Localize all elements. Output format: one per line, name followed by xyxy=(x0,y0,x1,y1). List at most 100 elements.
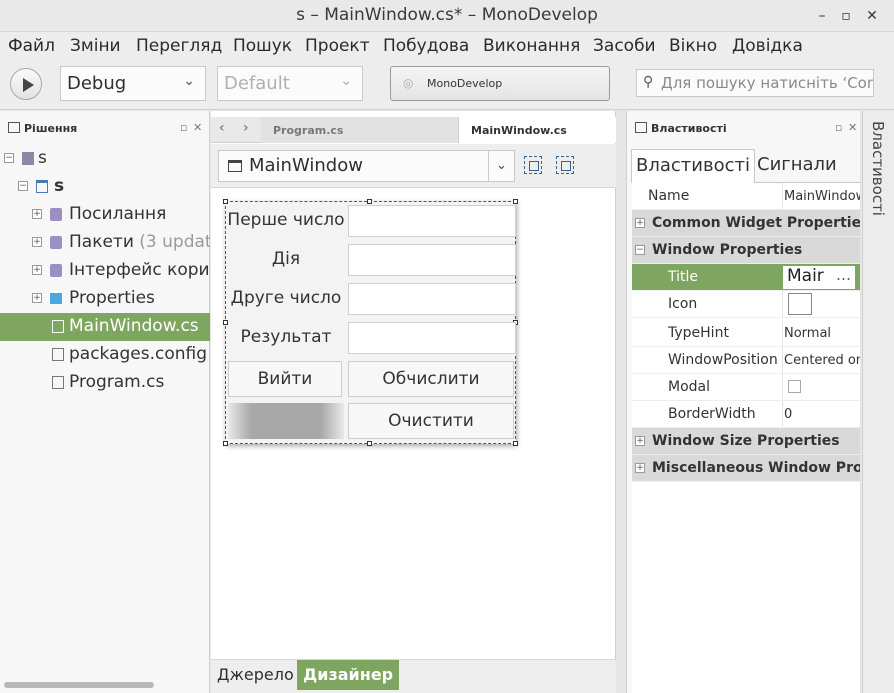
tab-designer[interactable]: Дизайнер xyxy=(297,660,400,690)
platform-select[interactable]: Default ⌄ xyxy=(217,66,363,101)
ellipsis-button[interactable]: … xyxy=(836,266,851,284)
resize-handle[interactable] xyxy=(367,199,372,204)
modal-checkbox[interactable] xyxy=(788,380,801,393)
category-window-size[interactable]: + Window Size Properties xyxy=(632,428,860,455)
menu-search[interactable]: Пошук xyxy=(233,36,292,56)
entry-operation[interactable] xyxy=(348,244,516,276)
close-icon[interactable]: ✕ xyxy=(193,121,202,134)
expand-icon[interactable]: + xyxy=(635,436,645,446)
collapse-icon[interactable]: − xyxy=(635,245,645,255)
close-icon[interactable]: ✕ xyxy=(862,6,882,26)
maximize-icon[interactable]: ▫ xyxy=(836,6,856,26)
property-row-modal[interactable]: Modal xyxy=(632,374,860,401)
category-misc-window[interactable]: + Miscellaneous Window Properties xyxy=(632,455,860,482)
dock-icon[interactable]: ▫ xyxy=(180,121,187,134)
exit-button[interactable]: Вийти xyxy=(228,361,342,397)
properties-side-tab[interactable]: Властивості xyxy=(862,111,894,693)
resize-handle[interactable] xyxy=(513,199,518,204)
resize-handle[interactable] xyxy=(367,441,372,446)
property-value[interactable]: Centered on parent xyxy=(784,353,860,368)
entry-first-number[interactable] xyxy=(348,205,516,237)
close-icon[interactable]: ✕ xyxy=(848,121,857,134)
tree-item-user-interface[interactable]: + Інтерфейс користувача xyxy=(0,257,210,285)
resize-handle[interactable] xyxy=(223,199,228,204)
menu-build[interactable]: Побудова xyxy=(383,36,469,56)
tree-item-mainwindow[interactable]: MainWindow.cs xyxy=(0,313,210,341)
chevron-right-icon[interactable]: › xyxy=(243,120,249,136)
search-input[interactable]: ⚲ Для пошуку натисніть ‘Control+,’ xyxy=(636,69,874,97)
menu-help[interactable]: Довідка xyxy=(732,36,803,56)
title-bar: s – MainWindow.cs* – MonoDevelop – ▫ ✕ xyxy=(0,0,894,32)
expand-icon[interactable]: + xyxy=(32,265,42,275)
empty-placeholder[interactable] xyxy=(228,403,344,439)
expand-icon[interactable]: + xyxy=(635,218,645,228)
tree-item-program[interactable]: Program.cs xyxy=(0,369,210,397)
calculate-button[interactable]: Обчислити xyxy=(348,361,514,397)
align-grid-icon[interactable] xyxy=(556,156,574,174)
tab-signals[interactable]: Сигнали xyxy=(753,149,841,183)
tree-item-label: Properties xyxy=(69,288,155,308)
menu-project[interactable]: Проект xyxy=(305,36,370,56)
entry-second-number[interactable] xyxy=(348,283,516,315)
properties-tabs: Властивості Сигнали xyxy=(631,149,861,183)
tree-item-properties[interactable]: + Properties xyxy=(0,285,210,313)
property-grid: Name MainWindow + Common Widget Properti… xyxy=(632,183,860,693)
horizontal-scrollbar[interactable] xyxy=(4,682,154,688)
expand-icon[interactable]: + xyxy=(32,209,42,219)
property-row-typehint[interactable]: TypeHint Normal xyxy=(632,320,860,347)
tree-item-references[interactable]: + Посилання xyxy=(0,201,210,229)
tree-item-solution[interactable]: − s xyxy=(0,145,210,173)
select-widget-icon[interactable] xyxy=(524,156,542,174)
expand-icon[interactable]: + xyxy=(32,237,42,247)
property-value[interactable]: Normal xyxy=(784,326,831,341)
resize-handle[interactable] xyxy=(513,441,518,446)
dock-icon[interactable]: ▫ xyxy=(835,121,842,134)
solution-pane-header: Рішення ▫ ✕ xyxy=(0,111,209,145)
property-row-window-position[interactable]: WindowPosition Centered on parent xyxy=(632,347,860,374)
menu-edit[interactable]: Зміни xyxy=(70,36,121,56)
property-row-border-width[interactable]: BorderWidth 0 xyxy=(632,401,860,428)
category-window-properties[interactable]: − Window Properties xyxy=(632,237,860,264)
title-value-input[interactable]: Mair … xyxy=(782,265,856,290)
icon-picker[interactable] xyxy=(788,293,812,315)
resize-handle[interactable] xyxy=(223,441,228,446)
minimize-icon[interactable]: – xyxy=(812,6,832,26)
property-row-name[interactable]: Name MainWindow xyxy=(632,183,860,210)
configuration-select[interactable]: Debug ⌄ xyxy=(60,66,206,101)
tab-source[interactable]: Джерело xyxy=(211,660,300,690)
clear-button[interactable]: Очистити xyxy=(348,403,514,439)
chevron-left-icon[interactable]: ‹ xyxy=(219,120,225,136)
tab-properties[interactable]: Властивості xyxy=(631,149,755,183)
entry-result[interactable] xyxy=(348,322,516,354)
resize-handle[interactable] xyxy=(223,320,228,325)
property-name: Icon xyxy=(668,296,698,312)
label-first-number[interactable]: Перше число xyxy=(226,210,346,230)
category-common-widget[interactable]: + Common Widget Properties xyxy=(632,210,860,237)
collapse-icon[interactable]: − xyxy=(18,181,28,191)
tree-item-project[interactable]: − s xyxy=(0,173,210,201)
property-row-title[interactable]: Title Mair … xyxy=(632,264,860,291)
collapse-icon[interactable]: − xyxy=(4,153,14,163)
tree-item-packages[interactable]: + Пакети (3 updates) xyxy=(0,229,210,257)
tab-program-cs[interactable]: Program.cs xyxy=(261,117,459,143)
chevron-down-icon[interactable]: ⌄ xyxy=(488,151,514,181)
menu-view[interactable]: Перегляд xyxy=(136,36,222,56)
label-operation[interactable]: Дія xyxy=(226,249,346,269)
menu-tools[interactable]: Засоби xyxy=(593,36,656,56)
tree-item-packages-config[interactable]: packages.config xyxy=(0,341,210,369)
tab-mainwindow-cs[interactable]: MainWindow.cs xyxy=(459,117,616,143)
expand-icon[interactable]: + xyxy=(32,293,42,303)
widget-selector-value: MainWindow xyxy=(249,155,363,176)
expand-icon[interactable]: + xyxy=(635,463,645,473)
label-result[interactable]: Результат xyxy=(226,327,346,347)
widget-selector[interactable]: MainWindow ⌄ xyxy=(218,150,515,182)
property-value[interactable]: 0 xyxy=(784,407,792,422)
label-second-number[interactable]: Друге число xyxy=(226,288,346,308)
form-window[interactable]: Перше число Дія Друге число Результат Ви… xyxy=(223,199,518,446)
property-row-icon[interactable]: Icon xyxy=(632,291,860,318)
menu-window[interactable]: Вікно xyxy=(669,36,717,56)
menu-file[interactable]: Файл xyxy=(8,36,55,56)
menu-run[interactable]: Виконання xyxy=(483,36,580,56)
property-value[interactable]: MainWindow xyxy=(784,189,860,204)
run-button[interactable] xyxy=(10,68,42,100)
